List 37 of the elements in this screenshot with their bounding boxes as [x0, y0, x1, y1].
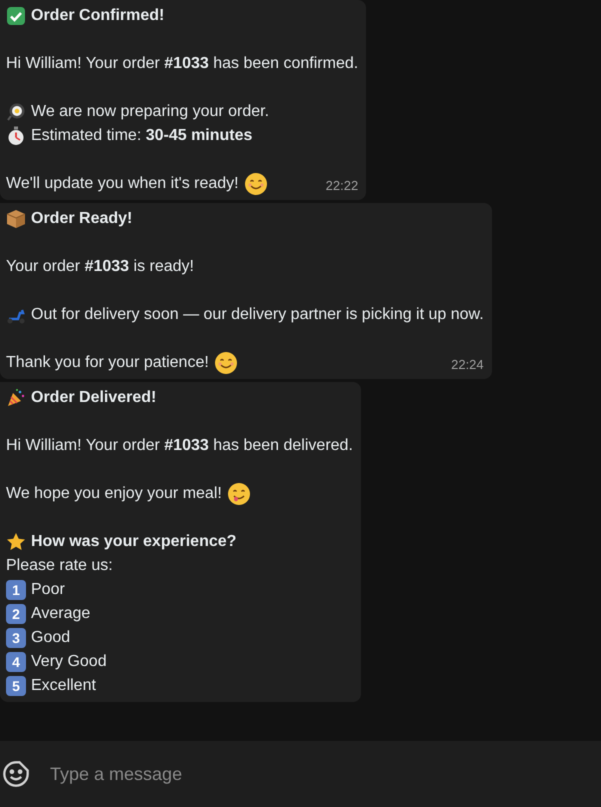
message-time: 22:22 [324, 177, 358, 195]
message-text: Please rate us: [6, 556, 113, 576]
smiley-icon [214, 351, 238, 375]
message-text: Hi William! Your order #1033 has been delivered. [6, 436, 353, 456]
pan-icon [6, 102, 26, 122]
box-icon [6, 209, 26, 229]
sticker-icon[interactable] [2, 760, 30, 788]
message-input[interactable]: Type a message [50, 760, 599, 788]
party-popper-icon [6, 388, 26, 408]
smiley-icon [244, 172, 268, 196]
message-heading: How was your experience? [31, 532, 236, 552]
message-text: Out for delivery soon — our delivery partner is picking it up now. [31, 305, 484, 325]
message-text: Hi William! Your order #1033 has been confirmed. [6, 54, 358, 74]
message-heading: Order Ready! [31, 209, 132, 229]
smiley-tongue-icon [226, 482, 251, 506]
number-key-icon: 1 [6, 580, 26, 600]
message-text: We hope you enjoy your meal! [6, 484, 222, 504]
message-text: We are now preparing your order. [31, 102, 270, 122]
message-heading: Order Delivered! [31, 388, 156, 408]
rating-option: Good [31, 626, 70, 650]
number-key-icon: 4 [6, 652, 26, 672]
message-text: Your order #1033 is ready! [6, 257, 194, 277]
rating-option: Very Good [31, 650, 107, 674]
message-time: 22:24 [450, 356, 484, 374]
message-heading: Order Confirmed! [31, 6, 164, 26]
rating-option: Average [31, 602, 90, 626]
star-icon [6, 532, 26, 552]
number-key-icon: 5 [6, 676, 26, 696]
number-key-icon: 2 [6, 604, 26, 624]
stopwatch-icon [6, 126, 26, 146]
rating-option: Excellent [31, 674, 96, 698]
message-text: Thank you for your patience! [6, 353, 209, 373]
message-text: We'll update you when it's ready! [6, 174, 239, 194]
message-text: Estimated time: 30-45 minutes [31, 126, 252, 146]
check-icon [6, 6, 26, 26]
number-key-icon: 3 [6, 628, 26, 648]
rating-option: Poor [31, 578, 65, 602]
